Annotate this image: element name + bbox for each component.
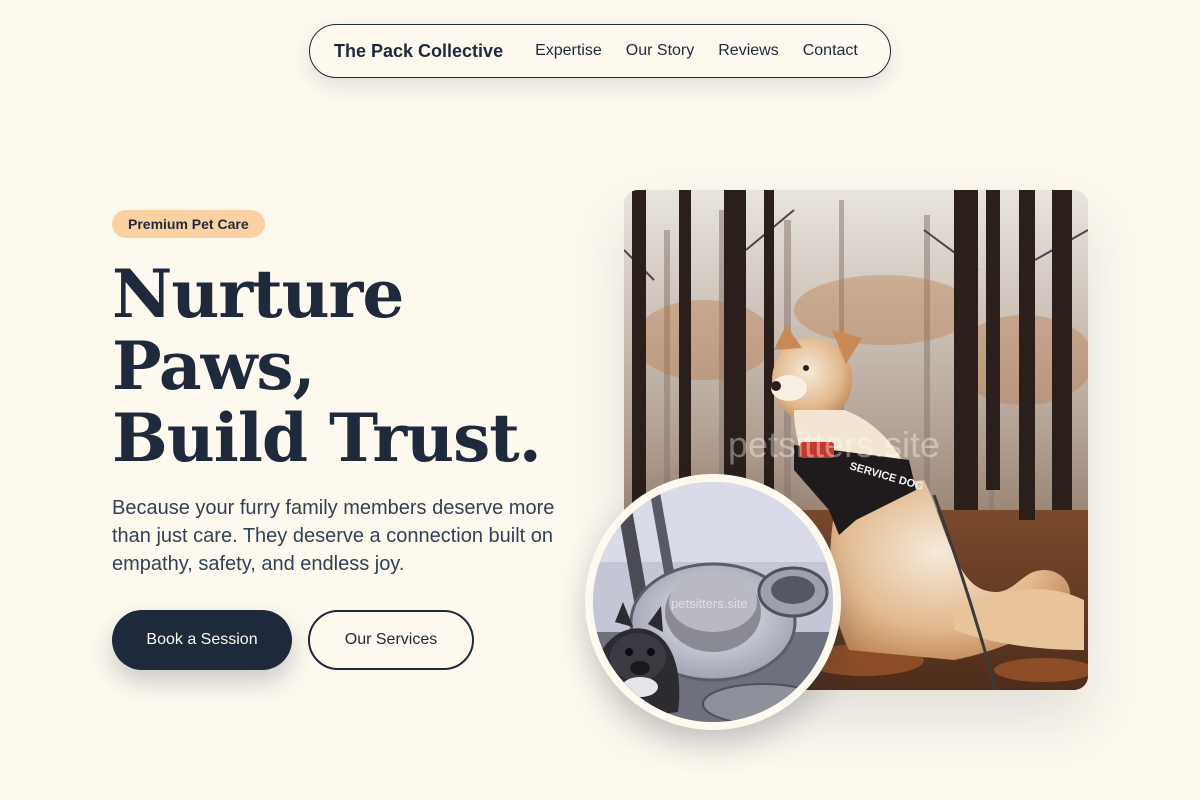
nav-link-contact[interactable]: Contact bbox=[803, 42, 858, 60]
hero-headline: Nurture Paws, Build Trust. bbox=[112, 255, 542, 477]
headline-line-1: Nurture bbox=[112, 255, 404, 333]
book-session-button[interactable]: Book a Session bbox=[112, 610, 292, 670]
circle-photo-watermark: petsitters.site bbox=[671, 596, 748, 611]
our-services-button[interactable]: Our Services bbox=[308, 610, 474, 670]
headline-line-2: Paws, bbox=[112, 327, 316, 405]
main-photo-watermark: petsitters.site bbox=[728, 424, 941, 465]
nav-link-expertise[interactable]: Expertise bbox=[535, 42, 602, 60]
brand-logo[interactable]: The Pack Collective bbox=[334, 41, 503, 62]
nav-link-reviews[interactable]: Reviews bbox=[718, 42, 778, 60]
nav-link-our-story[interactable]: Our Story bbox=[626, 42, 694, 60]
premium-badge: Premium Pet Care bbox=[112, 210, 265, 238]
hero-subtext: Because your furry family members deserv… bbox=[112, 497, 555, 575]
bulldog-circle-photo: petsitters.site bbox=[585, 474, 841, 730]
top-nav: The Pack Collective Expertise Our Story … bbox=[309, 24, 891, 78]
headline-line-3: Build Trust. bbox=[112, 399, 542, 477]
